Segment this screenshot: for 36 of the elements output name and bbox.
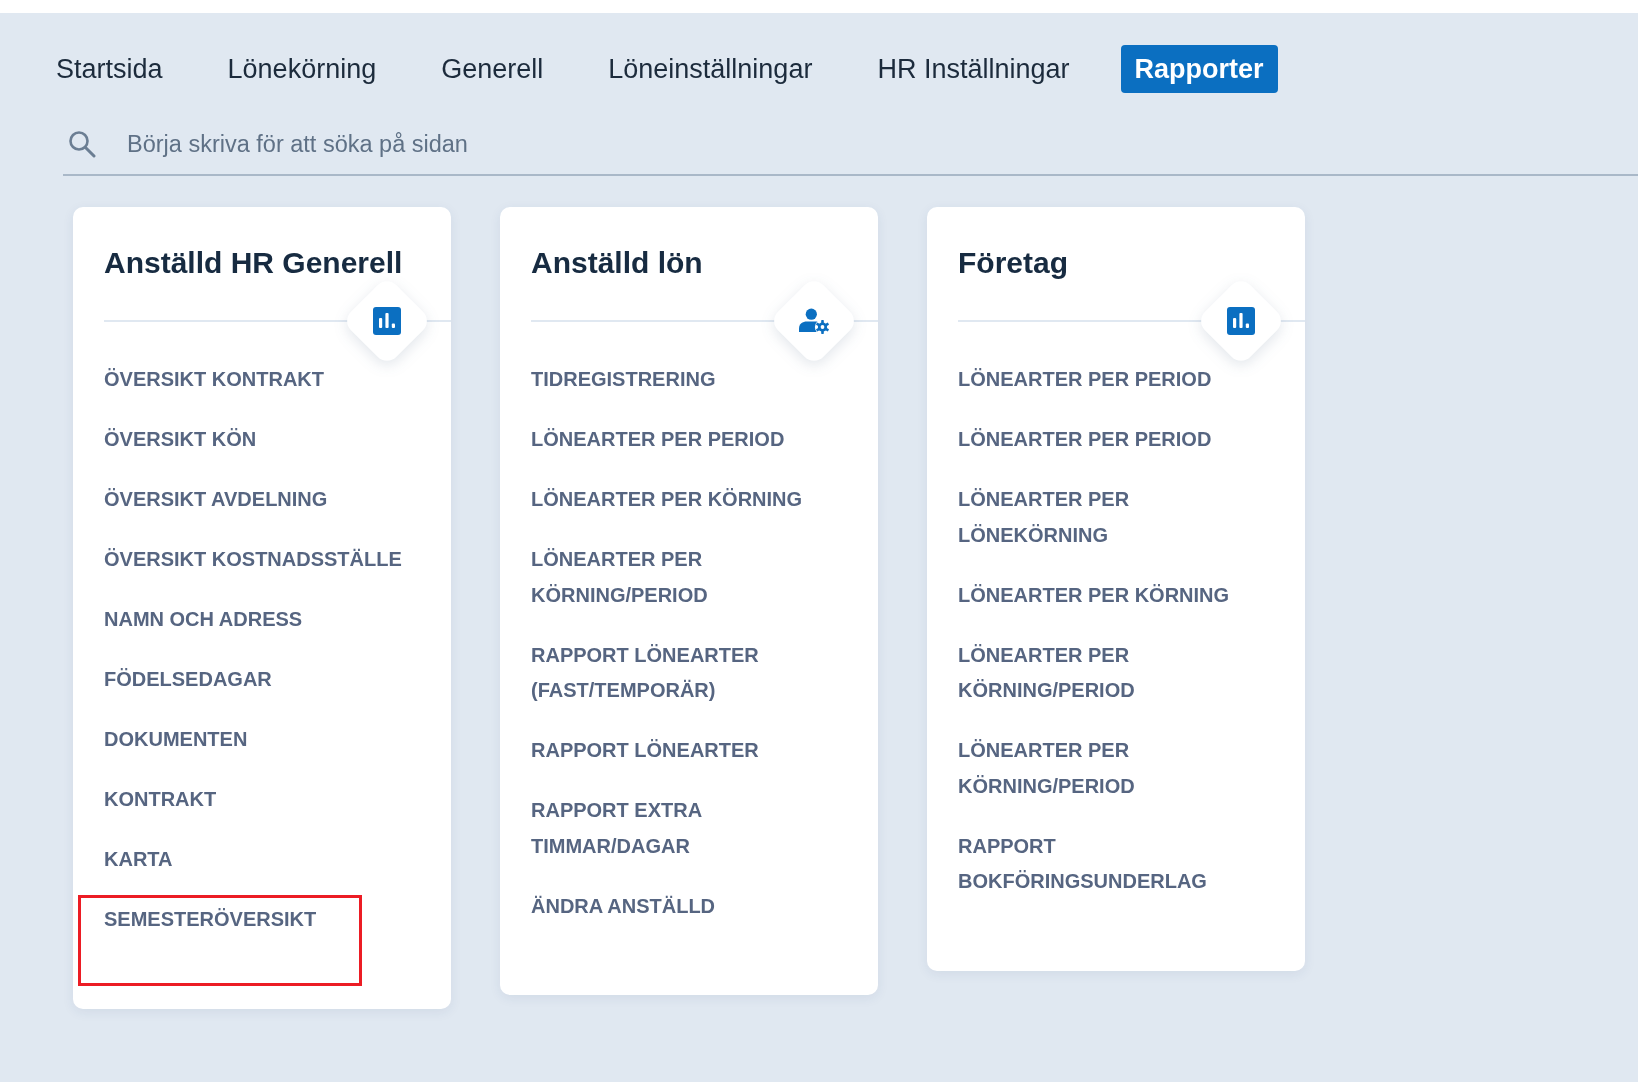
report-link[interactable]: LÖNEARTER PER KÖRNING xyxy=(958,577,1230,613)
report-link[interactable]: LÖNEARTER PER KÖRNING/PERIOD xyxy=(958,637,1272,709)
report-link[interactable]: ÖVERSIKT KOSTNADSSTÄLLE xyxy=(104,542,402,578)
report-link[interactable]: RAPPORT LÖNEARTER xyxy=(531,733,759,769)
report-link[interactable]: TIDREGISTRERING xyxy=(531,362,716,398)
report-link[interactable]: LÖNEARTER PER PERIOD xyxy=(958,422,1212,458)
report-link[interactable]: ÄNDRA ANSTÄLLD xyxy=(531,888,716,924)
report-link[interactable]: LÖNEARTER PER KÖRNING/PERIOD xyxy=(531,542,845,613)
report-link[interactable]: NAMN OCH ADRESS xyxy=(104,602,303,638)
report-link[interactable]: LÖNEARTER PER PERIOD xyxy=(531,422,785,458)
report-link[interactable]: DOKUMENTEN xyxy=(104,722,248,758)
card-title: Anställd HR Generell xyxy=(104,245,404,281)
search-field[interactable]: Börja skriva för att söka på sidan xyxy=(127,128,1638,159)
search-icon xyxy=(68,129,96,158)
report-link[interactable]: LÖNEARTER PER KÖRNING/PERIOD xyxy=(958,733,1272,804)
nav-tab[interactable]: Startsida xyxy=(42,45,177,93)
nav-tab[interactable]: HR Inställningar xyxy=(863,45,1084,93)
card-title: Anställd lön xyxy=(531,245,704,281)
report-link[interactable]: KONTRAKT xyxy=(104,782,217,818)
report-link[interactable]: LÖNEARTER PER KÖRNING xyxy=(531,482,803,518)
nav-tab[interactable]: Rapporter xyxy=(1120,45,1278,93)
nav-tab[interactable]: Lönekörning xyxy=(213,45,391,93)
report-link[interactable]: KARTA xyxy=(104,842,173,878)
report-link[interactable]: LÖNEARTER PER LÖNEKÖRNING xyxy=(958,482,1272,553)
report-link[interactable]: ÖVERSIKT KÖN xyxy=(104,422,257,458)
report-link[interactable]: RAPPORT EXTRA TIMMAR/DAGAR xyxy=(531,793,845,864)
nav-tab[interactable]: Löneinställningar xyxy=(594,45,827,93)
card-title: Företag xyxy=(958,245,1069,281)
report-link[interactable]: FÖDELSEDAGAR xyxy=(104,662,272,698)
report-link[interactable]: RAPPORT LÖNEARTER (FAST/TEMPORÄR) xyxy=(531,637,845,709)
report-link[interactable]: SEMESTERÖVERSIKT xyxy=(104,902,317,938)
report-link[interactable]: ÖVERSIKT KONTRAKT xyxy=(104,362,324,398)
report-link[interactable]: RAPPORT BOKFÖRINGSUNDERLAG xyxy=(958,828,1272,900)
report-link[interactable]: LÖNEARTER PER PERIOD xyxy=(958,362,1212,398)
nav-tab[interactable]: Generell xyxy=(427,45,558,93)
report-link[interactable]: ÖVERSIKT AVDELNING xyxy=(104,482,328,518)
